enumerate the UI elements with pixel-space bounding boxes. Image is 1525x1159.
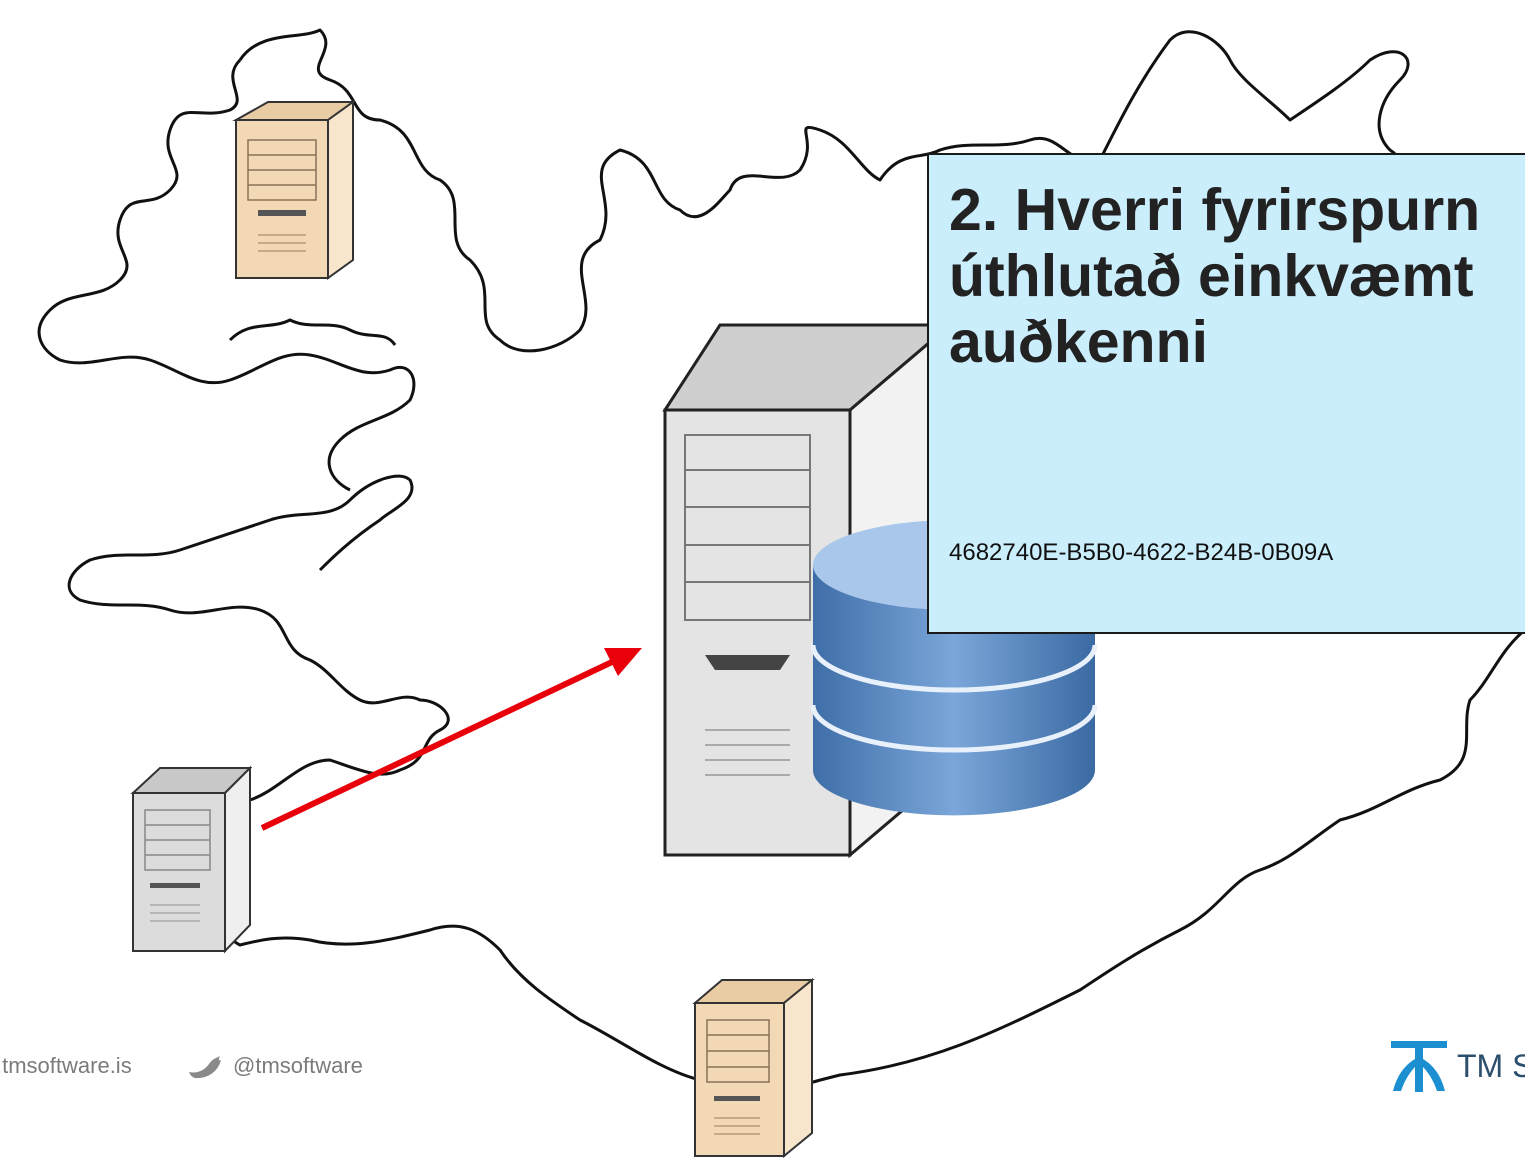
request-guid: 4682740E-B5B0-4622-B24B-0B09A (949, 539, 1334, 566)
footer-twitter[interactable]: @tmsoftware (233, 1053, 363, 1079)
twitter-bird-icon (189, 1056, 221, 1079)
tm-software-logo-icon (1391, 1041, 1447, 1092)
footer-website[interactable]: .tmsoftware.is (0, 1053, 132, 1079)
callout-title: 2. Hverri fyrirspurn úthlutað einkvæmt a… (949, 177, 1481, 375)
footer-logo-text: TM S (1457, 1048, 1525, 1084)
callout-box: 2. Hverri fyrirspurn úthlutað einkvæmt a… (927, 153, 1525, 634)
